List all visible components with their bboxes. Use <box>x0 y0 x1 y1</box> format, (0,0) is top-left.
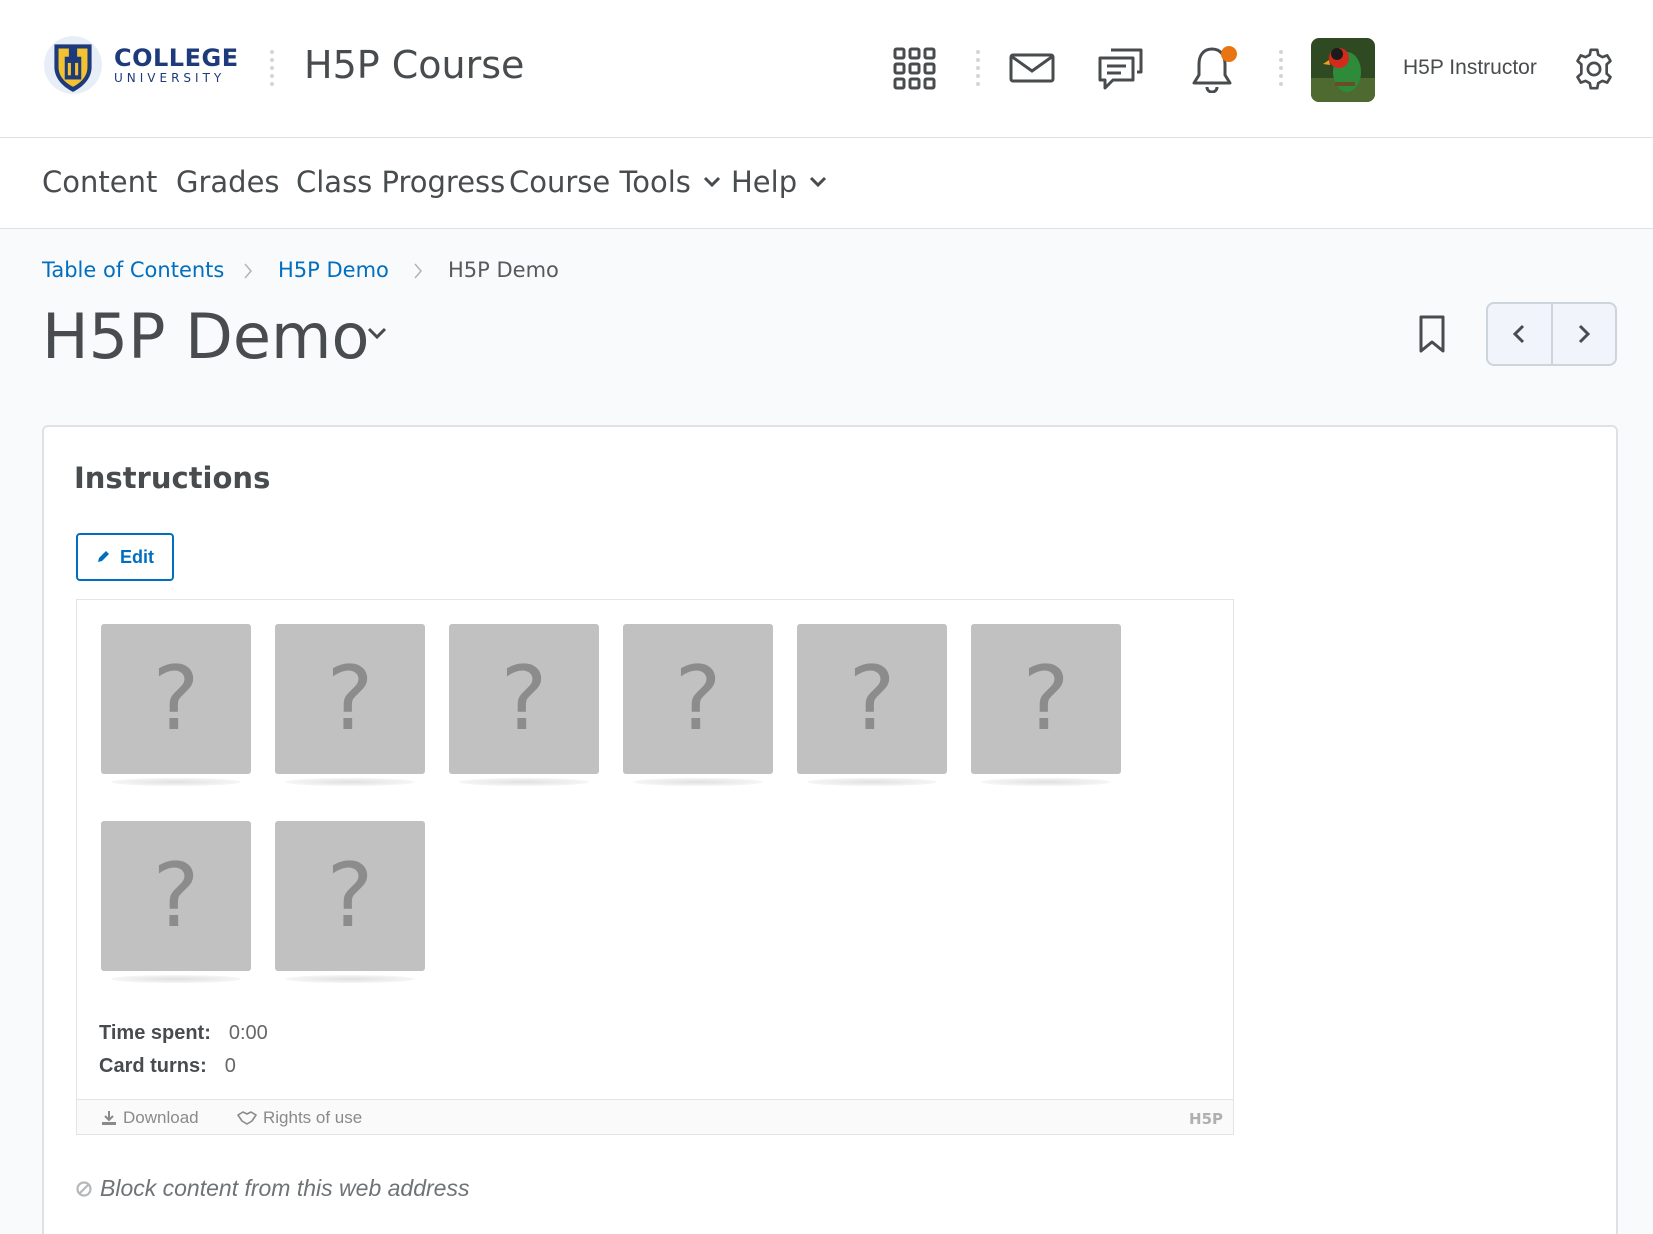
next-topic-button[interactable] <box>1550 304 1616 364</box>
card-question-mark: ? <box>152 844 200 947</box>
page-title: H5P Demo <box>42 300 370 373</box>
h5p-brand-logo[interactable]: H5P <box>1189 1110 1223 1128</box>
chevron-right-icon <box>1578 324 1590 344</box>
chat-icon[interactable] <box>1097 44 1145 92</box>
time-spent-label: Time spent: <box>99 1022 211 1044</box>
shield-logo-icon <box>44 36 102 94</box>
rights-of-use-label: Rights of use <box>263 1108 363 1127</box>
breadcrumb-table-of-contents[interactable]: Table of Contents <box>42 258 224 282</box>
header-divider <box>976 50 980 86</box>
card-shadow <box>111 778 241 786</box>
course-navbar: Content Grades Class Progress Course Too… <box>0 138 1653 229</box>
card-turns-label: Card turns: <box>99 1055 207 1077</box>
time-spent-stat: Time spent: 0:00 <box>99 1022 268 1045</box>
edit-button[interactable]: Edit <box>76 533 174 581</box>
avatar[interactable] <box>1311 38 1375 102</box>
card-shadow <box>459 778 589 786</box>
previous-topic-button[interactable] <box>1488 304 1551 364</box>
memory-card[interactable]: ? <box>101 821 251 971</box>
topic-pager <box>1486 302 1617 366</box>
chevron-down-icon <box>810 176 827 188</box>
card-shadow <box>633 778 763 786</box>
memory-card[interactable]: ? <box>275 821 425 971</box>
card-question-mark: ? <box>1022 647 1070 750</box>
card-turns-stat: Card turns: 0 <box>99 1055 236 1078</box>
notification-dot <box>1221 46 1237 62</box>
title-dropdown-chevron-icon[interactable] <box>366 326 388 340</box>
card-question-mark: ? <box>500 647 548 750</box>
time-spent-value: 0:00 <box>228 1022 268 1044</box>
nav-content[interactable]: Content <box>42 165 157 199</box>
card-question-mark: ? <box>674 647 722 750</box>
card-question-mark: ? <box>152 647 200 750</box>
breadcrumb-current: H5P Demo <box>448 258 559 282</box>
nav-item-label: Class Progress <box>296 165 506 199</box>
content-card: Instructions Edit ? ? ? ? ? ? ? ? Time s… <box>42 425 1618 1234</box>
parrot-avatar-image <box>1311 38 1375 102</box>
instructions-heading: Instructions <box>74 461 271 495</box>
pencil-icon <box>98 551 109 562</box>
chevron-down-icon <box>703 176 720 188</box>
user-name[interactable]: H5P Instructor <box>1403 56 1537 80</box>
h5p-memory-game: ? ? ? ? ? ? ? ? Time spent: 0:00 Card tur… <box>76 599 1234 1135</box>
top-header: COLLEGE UNIVERSITY H5P Course H5P Instru… <box>0 0 1653 138</box>
chevron-right-icon <box>414 263 422 279</box>
nav-course-tools[interactable]: Course Tools <box>509 165 721 199</box>
logo-line2: UNIVERSITY <box>114 71 226 85</box>
mail-icon[interactable] <box>1008 50 1056 86</box>
header-divider <box>1279 50 1283 86</box>
card-shadow <box>111 975 241 983</box>
block-content-link[interactable]: Block content from this web address <box>76 1175 469 1202</box>
card-question-mark: ? <box>848 647 896 750</box>
header-divider <box>270 50 274 86</box>
nav-grades[interactable]: Grades <box>176 165 280 199</box>
card-shadow <box>285 975 415 983</box>
nav-class-progress[interactable]: Class Progress <box>296 165 505 199</box>
handshake-icon <box>237 1111 257 1125</box>
download-icon <box>102 1111 116 1125</box>
nav-item-label: Grades <box>176 165 280 199</box>
download-button[interactable]: Download <box>101 1108 199 1128</box>
memory-card[interactable]: ? <box>623 624 773 774</box>
bookmark-icon[interactable] <box>1418 314 1446 354</box>
card-shadow <box>981 778 1111 786</box>
nav-item-label: Help <box>731 165 798 199</box>
memory-card[interactable]: ? <box>101 624 251 774</box>
card-turns-value: 0 <box>224 1055 236 1077</box>
college-logo[interactable]: COLLEGE UNIVERSITY <box>42 34 239 96</box>
card-question-mark: ? <box>326 844 374 947</box>
chevron-right-icon <box>244 263 252 279</box>
logo-line1: COLLEGE <box>114 44 239 72</box>
apps-grid-icon[interactable] <box>892 46 938 92</box>
nav-help[interactable]: Help <box>731 165 827 199</box>
memory-card[interactable]: ? <box>449 624 599 774</box>
memory-card[interactable]: ? <box>275 624 425 774</box>
card-shadow <box>807 778 937 786</box>
h5p-footer: Download Rights of use H5P <box>76 1099 1234 1135</box>
card-question-mark: ? <box>326 647 374 750</box>
memory-card[interactable]: ? <box>971 624 1121 774</box>
nav-item-label: Course Tools <box>509 165 691 199</box>
block-icon <box>76 1180 92 1197</box>
block-content-label: Block content from this web address <box>100 1175 470 1201</box>
chevron-left-icon <box>1513 324 1525 344</box>
card-shadow <box>285 778 415 786</box>
nav-item-label: Content <box>42 165 158 199</box>
memory-card[interactable]: ? <box>797 624 947 774</box>
course-title[interactable]: H5P Course <box>304 43 524 87</box>
download-label: Download <box>123 1108 199 1127</box>
edit-label: Edit <box>120 546 154 567</box>
rights-of-use-button[interactable]: Rights of use <box>237 1108 362 1128</box>
breadcrumb-h5p-demo[interactable]: H5P Demo <box>278 258 389 282</box>
settings-gear-icon[interactable] <box>1570 45 1618 93</box>
